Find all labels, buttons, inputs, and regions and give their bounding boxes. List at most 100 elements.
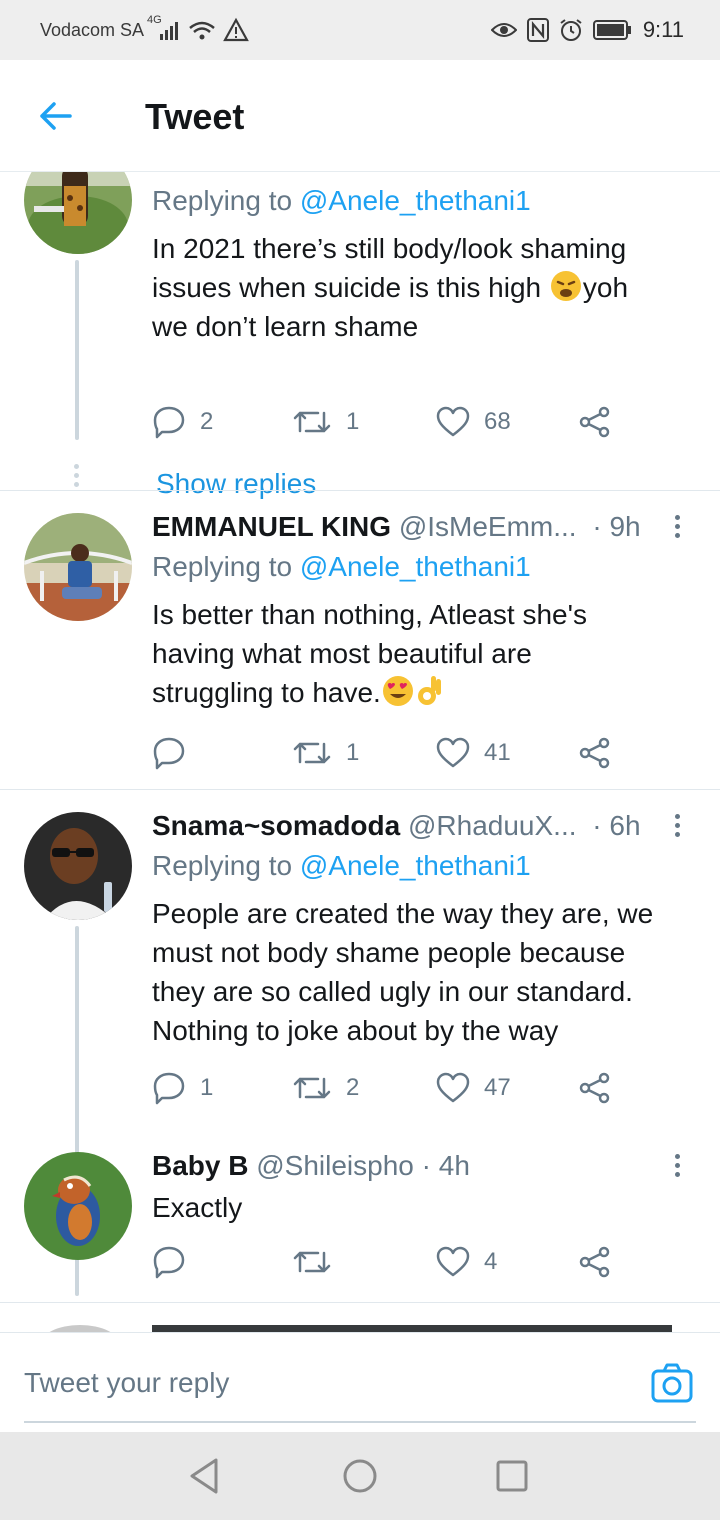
reply-icon <box>153 737 185 770</box>
retweet-count: 1 <box>346 739 360 766</box>
tweet-text: Is better than nothing, Atleast she's ha… <box>152 599 587 708</box>
reply-icon <box>153 1072 185 1105</box>
top-app-bar: Tweet <box>0 60 720 172</box>
page-title: Tweet <box>145 96 245 137</box>
tweet-text: Exactly <box>152 1192 243 1223</box>
reply-button[interactable] <box>152 1242 186 1282</box>
reply-input[interactable]: Tweet your reply <box>24 1367 229 1399</box>
tweet-meta: Snama~somadoda @RhaduuX... · 6h <box>152 810 641 842</box>
reply-feed[interactable]: Replying to @Anele_thethani1 In 2021 the… <box>0 172 720 1332</box>
status-bar: Vodacom SA 4G 9:11 <box>0 0 720 60</box>
display-name[interactable]: EMMANUEL KING <box>152 511 391 542</box>
share-icon <box>579 1246 610 1278</box>
avatar[interactable] <box>24 172 132 254</box>
reply-icon <box>153 1246 185 1279</box>
like-button[interactable]: 68 <box>436 402 511 442</box>
nfc-icon <box>526 18 549 42</box>
arrow-left-icon[interactable] <box>36 96 76 136</box>
mention-link[interactable]: @Anele_thethani1 <box>300 551 531 582</box>
share-button[interactable] <box>578 733 612 773</box>
reply-count: 2 <box>200 408 214 435</box>
like-count: 41 <box>484 739 511 766</box>
tweet-item[interactable]: Replying to @Anele_thethani1 In 2021 the… <box>0 172 720 499</box>
replying-to: Replying to @Anele_thethani1 <box>152 551 531 582</box>
retweet-count: 1 <box>346 408 360 435</box>
heart-icon <box>436 1072 470 1103</box>
retweet-button[interactable]: 1 <box>292 733 359 773</box>
display-name[interactable]: Baby B <box>152 1150 248 1181</box>
tweet-text: In 2021 there’s still body/look shaming … <box>152 233 629 342</box>
status-icons-right: 9:11 <box>490 16 684 44</box>
more-options-icon[interactable] <box>675 515 685 542</box>
display-name[interactable]: Snama~somadoda <box>152 810 400 841</box>
like-count: 68 <box>484 408 511 435</box>
share-button[interactable] <box>578 1242 612 1282</box>
share-icon <box>579 1072 610 1104</box>
alarm-icon <box>560 19 582 41</box>
avatar[interactable] <box>24 513 132 621</box>
retweet-button[interactable] <box>292 1242 332 1282</box>
tweet-meta-partial <box>152 1325 672 1332</box>
handle[interactable]: @RhaduuX... <box>408 810 577 841</box>
share-icon <box>579 737 610 769</box>
avatar[interactable] <box>24 1152 132 1260</box>
back-triangle-icon[interactable] <box>186 1456 226 1496</box>
timestamp: · 6h <box>592 810 641 841</box>
eye-icon <box>490 23 517 37</box>
handle[interactable]: @IsMeEmm... <box>399 511 577 542</box>
mention-link[interactable]: @Anele_thethani1 <box>300 850 531 881</box>
retweet-icon <box>293 742 331 764</box>
timestamp: · 9h <box>592 511 641 542</box>
reply-button[interactable] <box>152 733 186 773</box>
system-nav-bar <box>0 1432 720 1520</box>
avatar[interactable] <box>24 812 132 920</box>
recents-square-icon[interactable] <box>492 1456 532 1496</box>
reply-input-underline <box>24 1421 696 1423</box>
retweet-icon <box>293 1251 331 1273</box>
reply-button[interactable]: 1 <box>152 1068 213 1108</box>
weary-face-emoji <box>550 271 581 301</box>
reply-composer: Tweet your reply <box>0 1332 720 1432</box>
like-button[interactable]: 47 <box>436 1068 511 1108</box>
retweet-button[interactable]: 1 <box>292 402 359 442</box>
heart-icon <box>436 737 470 768</box>
retweet-icon <box>293 1077 331 1099</box>
more-options-icon[interactable] <box>675 814 685 841</box>
camera-icon[interactable] <box>650 1361 694 1405</box>
share-button[interactable] <box>578 402 612 442</box>
retweet-button[interactable]: 2 <box>292 1068 359 1108</box>
ok-hand-emoji <box>417 676 441 705</box>
tweet-actions: 2 1 68 <box>152 402 632 442</box>
mention-link[interactable]: @Anele_thethani1 <box>300 185 531 216</box>
tweet-meta: Baby B @Shileispho · 4h <box>152 1150 470 1182</box>
tweet-actions: 1 2 47 <box>152 1068 632 1108</box>
thread-line <box>75 260 79 440</box>
avatar[interactable] <box>40 1325 120 1332</box>
reply-button[interactable]: 2 <box>152 402 213 442</box>
signal-wifi-warning-icons <box>160 17 249 42</box>
like-button[interactable]: 4 <box>436 1242 497 1282</box>
tweet-actions: 1 41 <box>152 733 632 773</box>
share-icon <box>579 406 610 438</box>
battery-icon <box>592 20 631 40</box>
like-count: 4 <box>484 1248 498 1275</box>
thread-more-dots <box>74 464 80 491</box>
more-options-icon[interactable] <box>675 1154 685 1181</box>
like-button[interactable]: 41 <box>436 733 511 773</box>
tweet-item-partial[interactable] <box>0 1303 720 1332</box>
reply-count: 1 <box>200 1074 214 1101</box>
retweet-count: 2 <box>346 1074 360 1101</box>
heart-eyes-emoji <box>382 676 413 706</box>
timestamp: · 4h <box>421 1150 470 1181</box>
tweet-item[interactable]: Baby B @Shileispho · 4h Exactly 4 <box>0 1130 720 1302</box>
heart-icon <box>436 1246 470 1277</box>
retweet-icon <box>293 411 331 433</box>
tweet-meta: EMMANUEL KING @IsMeEmm... · 9h <box>152 511 641 543</box>
reply-icon <box>153 406 185 439</box>
handle[interactable]: @Shileispho <box>256 1150 414 1181</box>
tweet-actions: 4 <box>152 1242 632 1282</box>
home-circle-icon[interactable] <box>340 1456 380 1496</box>
clock: 9:11 <box>642 17 684 42</box>
replying-to: Replying to @Anele_thethani1 <box>152 185 531 216</box>
share-button[interactable] <box>578 1068 612 1108</box>
